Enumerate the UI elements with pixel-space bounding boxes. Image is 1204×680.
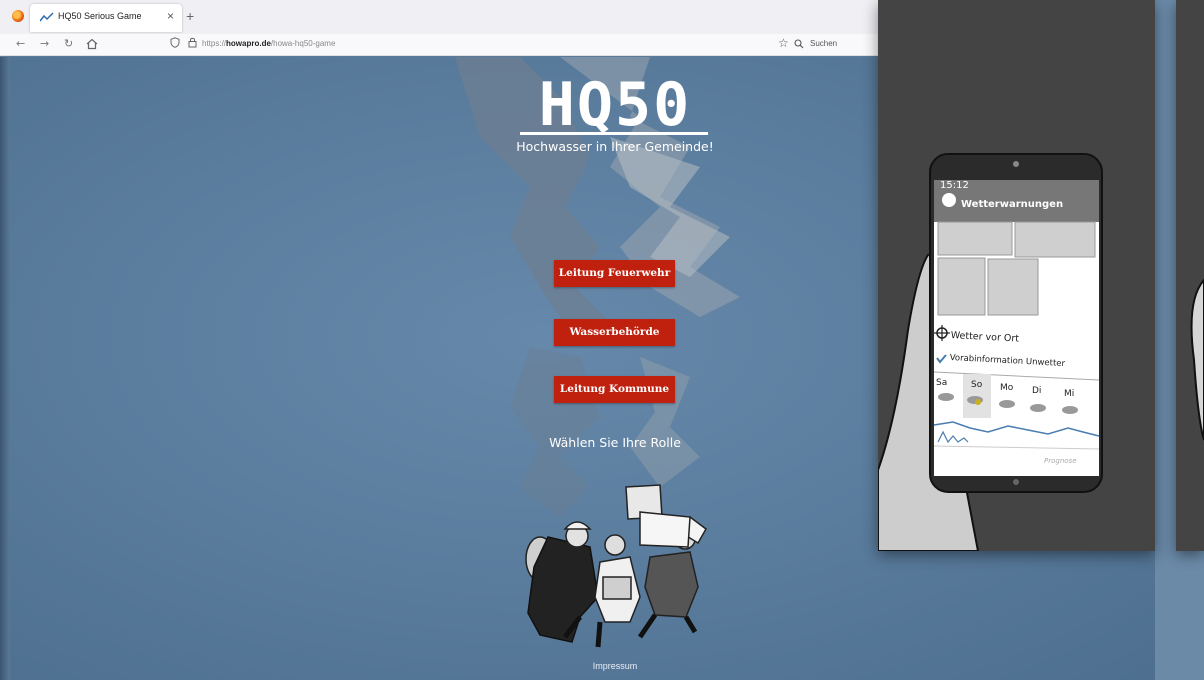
- role-water-authority-button[interactable]: Wasserbehörde: [554, 319, 675, 346]
- bookmark-star-icon[interactable]: ☆: [778, 36, 789, 50]
- flood-stream-decoration: [455, 57, 740, 648]
- reload-icon[interactable]: ↻: [64, 37, 73, 50]
- firefox-logo-icon: [12, 10, 24, 22]
- search-box[interactable]: Suchen: [792, 36, 882, 53]
- back-arrow-icon[interactable]: ←: [16, 37, 25, 50]
- shield-icon[interactable]: [170, 37, 180, 48]
- forward-arrow-icon[interactable]: →: [40, 37, 49, 50]
- comic-panel-secondary: [1176, 0, 1204, 551]
- day-so: So: [971, 380, 983, 390]
- day-di: Di: [1032, 386, 1042, 396]
- new-tab-button[interactable]: +: [186, 8, 194, 24]
- logo-underline: [520, 132, 708, 135]
- role-fire-department-button[interactable]: Leitung Feuerwehr: [554, 260, 675, 287]
- phone-hand-illustration: [878, 153, 1103, 551]
- search-placeholder: Suchen: [810, 39, 838, 48]
- lock-icon[interactable]: [188, 37, 197, 48]
- hand-partial-illustration: [1190, 278, 1204, 441]
- search-icon: [794, 39, 804, 49]
- tab-title: HQ50 Serious Game: [58, 11, 142, 21]
- game-logo-title: HQ50: [538, 70, 692, 140]
- day-mi: Mi: [1064, 389, 1075, 399]
- game-subtitle: Hochwasser in Ihrer Gemeinde!: [516, 139, 714, 154]
- day-sa: Sa: [936, 378, 948, 388]
- home-icon[interactable]: [86, 38, 98, 50]
- url-text[interactable]: https://howapro.de/howa-hq50-game: [202, 39, 335, 48]
- browser-tab-active[interactable]: HQ50 Serious Game ×: [30, 4, 182, 32]
- phone-app-title: Wetterwarnungen: [961, 199, 1064, 210]
- url-path: /howa-hq50-game: [270, 39, 336, 48]
- url-prefix: https://: [202, 39, 227, 48]
- chart-favicon-icon: [40, 12, 54, 22]
- impressum-link[interactable]: Impressum: [570, 661, 660, 671]
- day-mo: Mo: [1000, 383, 1014, 393]
- url-domain: howapro.de: [226, 39, 271, 48]
- phone-time: 15:12: [940, 180, 969, 191]
- forecast-label: Prognose: [1044, 457, 1077, 465]
- comic-panel-phone: 15:12 Wetterwarnungen Wetter vor Ort Vor…: [878, 0, 1155, 551]
- url-bar[interactable]: https://howapro.de/howa-hq50-game: [166, 35, 806, 54]
- choose-role-text: Wählen Sie Ihre Rolle: [549, 435, 681, 450]
- tab-close-icon[interactable]: ×: [167, 9, 174, 23]
- role-municipality-button[interactable]: Leitung Kommune: [554, 376, 675, 403]
